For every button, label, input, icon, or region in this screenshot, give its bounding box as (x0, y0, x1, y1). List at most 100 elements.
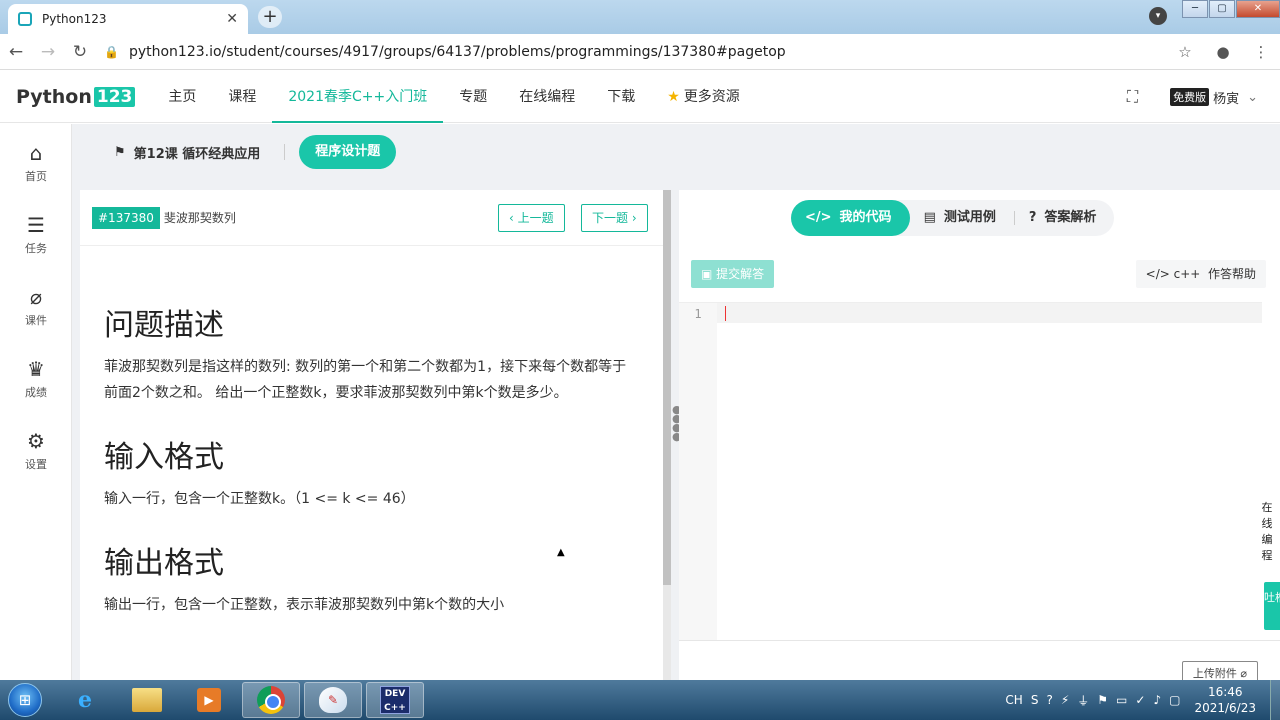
display-icon[interactable]: ▢ (1169, 693, 1180, 707)
taskbar-devcpp[interactable]: DEV C++ (366, 682, 424, 718)
network-icon[interactable]: ⚡ (1061, 693, 1069, 707)
account-icon[interactable]: ● (1204, 43, 1242, 61)
sidebar-item-label: 课件 (25, 314, 47, 327)
close-window-button[interactable]: ✕ (1236, 0, 1280, 18)
usb-icon[interactable]: ⏚ (1077, 692, 1089, 709)
taskbar-ie[interactable]: e (56, 682, 114, 718)
panel-splitter[interactable]: ● ● ● ● (671, 190, 682, 680)
code-editor[interactable]: 1 (679, 302, 1262, 641)
upload-label: 上传附件 (1192, 667, 1237, 680)
floating-side-tools: 在线编程 吐槽 (1248, 500, 1280, 630)
paint-icon: ✎ (319, 687, 347, 713)
date: 2021/6/23 (1194, 701, 1256, 715)
folder-icon (132, 688, 162, 712)
tab-label: 我的代码 (839, 210, 892, 225)
browser-menu-icon[interactable]: ⋮ (1242, 43, 1280, 61)
text-cursor (725, 306, 726, 321)
language-label: c++ (1173, 267, 1201, 281)
chrome-icon (257, 686, 285, 714)
line-number-gutter: 1 (679, 303, 717, 641)
lock-icon: 🔒 (104, 44, 119, 59)
scrollbar-thumb[interactable] (663, 190, 671, 585)
question-icon: ? (1028, 210, 1037, 225)
next-problem-button[interactable]: 下一题 › (581, 204, 648, 232)
nav-download[interactable]: 下载 (591, 71, 651, 123)
list-icon: ▤ (923, 210, 936, 225)
nav-home[interactable]: 主页 (152, 71, 212, 123)
volume-icon[interactable]: ♪ (1153, 693, 1161, 707)
section-title: 输入格式 (104, 440, 224, 475)
site-header: Python 123 主页 课程 2021春季C++入门班 专题 在线编程 下载… (0, 71, 1280, 123)
sidebar-item-home[interactable]: ⌂ 首页 (0, 124, 72, 196)
user-chevron-icon[interactable]: ⌄ (1247, 90, 1258, 105)
problem-content: 问题描述 菲波那契数列是指这样的数列: 数列的第一个和第二个数都为1，接下来每个… (80, 246, 663, 618)
version-badge: 免费版 (1170, 88, 1210, 106)
sidebar-item-settings[interactable]: ⚙ 设置 (0, 412, 72, 484)
ie-icon: e (78, 687, 92, 713)
show-desktop-button[interactable] (1270, 680, 1280, 720)
translate-icon[interactable]: ⛶ (1127, 87, 1138, 107)
sidebar-item-grades[interactable]: ♛ 成绩 (0, 340, 72, 412)
submit-label: 提交解答 (716, 267, 765, 281)
problem-type-pill[interactable]: 程序设计题 (299, 135, 397, 169)
help-icon[interactable]: ? (1046, 693, 1052, 707)
taskbar-paint[interactable]: ✎ (304, 682, 362, 718)
flag-tray-icon[interactable]: ⚑ (1097, 693, 1108, 707)
sogou-icon[interactable]: S (1031, 693, 1039, 707)
forward-icon[interactable]: → (32, 42, 64, 62)
media-player-icon: ▶ (197, 688, 221, 712)
lesson-title[interactable]: 第12课 循环经典应用 (134, 143, 261, 162)
username[interactable]: 杨寅 (1213, 88, 1239, 107)
minimize-button[interactable]: ─ (1182, 0, 1208, 18)
tab-answer-analysis[interactable]: ? 答案解析 (1015, 200, 1115, 236)
problem-name: 斐波那契数列 (163, 211, 236, 225)
new-tab-button[interactable]: + (258, 6, 282, 28)
shield-icon[interactable]: ✓ (1135, 693, 1145, 707)
star-icon: ★ (667, 88, 680, 105)
sidebar-item-tasks[interactable]: ☰ 任务 (0, 196, 72, 268)
tab-test-cases[interactable]: ▤ 测试用例 (910, 200, 1014, 236)
logo-number: 123 (93, 86, 136, 107)
window-controls: ▾ ─ ▢ ✕ (1149, 0, 1280, 25)
sidebar-item-courseware[interactable]: ⌀ 课件 (0, 268, 72, 340)
url-field[interactable]: 🔒 python123.io/student/courses/4917/grou… (104, 38, 1166, 66)
trophy-icon: ♛ (27, 357, 45, 381)
section-title: 输出格式 (104, 546, 224, 581)
nav-more-resources[interactable]: ★ 更多资源 (651, 71, 756, 123)
taskbar-explorer[interactable] (118, 682, 176, 718)
taskbar-chrome[interactable] (242, 682, 300, 718)
mouse-pointer-icon: ▲ (557, 547, 565, 558)
nav-courses[interactable]: 课程 (212, 71, 272, 123)
browser-tab[interactable]: Python123 ✕ (8, 4, 248, 34)
tray-language[interactable]: CH (1005, 693, 1022, 707)
clock[interactable]: 16:46 2021/6/23 (1194, 684, 1256, 716)
site-logo[interactable]: Python 123 (16, 86, 136, 108)
nav-online-coding[interactable]: 在线编程 (503, 71, 591, 123)
next-label: 下一题 (592, 211, 629, 225)
close-tab-icon[interactable]: ✕ (226, 11, 238, 27)
back-icon[interactable]: ← (0, 42, 32, 62)
prev-problem-button[interactable]: ‹ 上一题 (498, 204, 565, 232)
language-help-button[interactable]: </> c++ 作答帮助 (1135, 260, 1266, 288)
nav-class[interactable]: 2021春季C++入门班 (272, 71, 444, 123)
submit-answer-button[interactable]: ▣ 提交解答 (691, 260, 775, 288)
start-button[interactable]: ⊞ (8, 683, 42, 717)
feedback-button[interactable]: 吐槽 (1264, 582, 1280, 630)
bookmark-star-icon[interactable]: ☆ (1166, 43, 1204, 61)
chevron-right-icon: › (628, 211, 637, 225)
help-label: 作答帮助 (1207, 267, 1256, 281)
nav-topics[interactable]: 专题 (443, 71, 503, 123)
reload-icon[interactable]: ↻ (64, 42, 96, 62)
taskbar-media[interactable]: ▶ (180, 682, 238, 718)
line-number: 1 (694, 307, 702, 321)
user-area: ⛶ 免费版 杨寅 ⌄ (1127, 71, 1258, 123)
online-coding-float[interactable]: 在线编程 (1260, 500, 1274, 564)
tab-my-code[interactable]: </> 我的代码 (791, 200, 910, 236)
problem-scrollbar[interactable] (663, 190, 671, 680)
tab-label: 答案解析 (1044, 210, 1097, 225)
maximize-button[interactable]: ▢ (1209, 0, 1235, 18)
profile-menu-icon[interactable]: ▾ (1149, 7, 1167, 25)
monitor-icon[interactable]: ▭ (1116, 693, 1127, 707)
section-title: 问题描述 (104, 308, 224, 343)
drag-handle-icon[interactable]: ● ● ● ● (672, 404, 682, 442)
